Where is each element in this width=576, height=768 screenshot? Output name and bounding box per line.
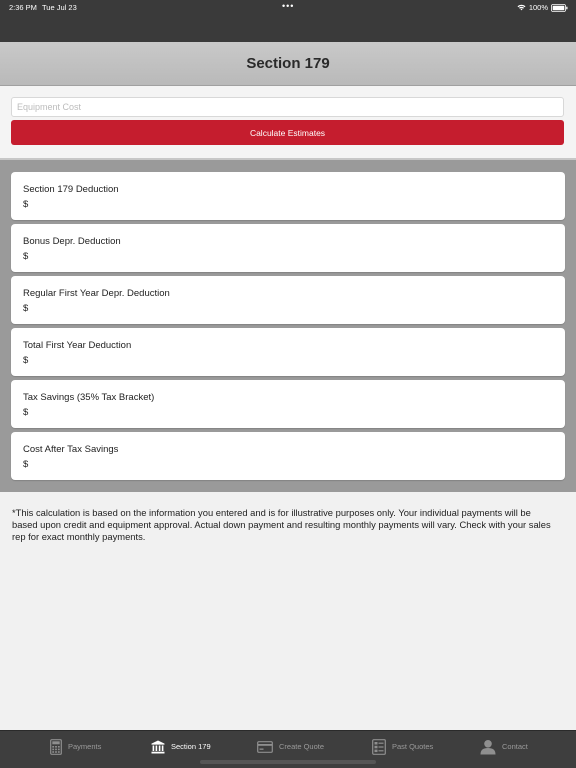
result-label: Total First Year Deduction	[23, 340, 132, 351]
result-label: Section 179 Deduction	[23, 184, 119, 195]
tab-label: Payments	[68, 742, 102, 751]
result-label: Regular First Year Depr. Deduction	[23, 288, 170, 299]
result-card-tax-savings: Tax Savings (35% Tax Bracket) $	[11, 380, 565, 428]
result-value: $	[23, 355, 29, 366]
battery-percent: 100%	[528, 3, 548, 12]
result-value: $	[23, 251, 29, 262]
result-value: $	[23, 459, 29, 470]
status-bar: 2:36 PM Tue Jul 23 ••• 100%	[0, 0, 576, 42]
result-card-regular-first-year-depr: Regular First Year Depr. Deduction $	[11, 276, 565, 324]
tab-label: Contact	[502, 742, 528, 751]
status-time: 2:36 PM	[9, 3, 37, 12]
disclaimer-text: *This calculation is based on the inform…	[12, 507, 551, 542]
calculator-form: Calculate Estimates	[0, 86, 576, 158]
tab-section-179[interactable]: Section 179	[151, 731, 211, 762]
bank-icon	[151, 740, 165, 754]
result-label: Tax Savings (35% Tax Bracket)	[23, 392, 155, 403]
result-label: Cost After Tax Savings	[23, 444, 119, 455]
tab-label: Past Quotes	[392, 742, 434, 751]
tab-create-quote[interactable]: Create Quote	[257, 731, 324, 762]
tab-contact[interactable]: Contact	[480, 731, 528, 762]
tab-payments[interactable]: Payments	[50, 731, 101, 762]
tab-label: Section 179	[171, 742, 211, 751]
result-card-bonus-depr-deduction: Bonus Depr. Deduction $	[11, 224, 565, 272]
equipment-cost-input[interactable]	[11, 97, 564, 117]
result-label: Bonus Depr. Deduction	[23, 236, 121, 247]
credit-card-icon	[257, 740, 273, 753]
results-panel: Section 179 Deduction $ Bonus Depr. Dedu…	[0, 158, 576, 492]
result-value: $	[23, 303, 29, 314]
calculator-icon	[50, 738, 62, 755]
wifi-icon	[517, 4, 526, 11]
result-value: $	[23, 199, 29, 210]
home-indicator[interactable]	[200, 760, 376, 764]
tab-past-quotes[interactable]: Past Quotes	[372, 731, 433, 762]
list-document-icon	[372, 738, 386, 755]
calculate-estimates-button[interactable]: Calculate Estimates	[11, 120, 564, 145]
status-right: 100%	[517, 3, 568, 12]
battery-icon	[551, 3, 568, 12]
result-card-total-first-year-deduction: Total First Year Deduction $	[11, 328, 565, 376]
status-date: Tue Jul 23	[42, 3, 77, 12]
page-title: Section 179	[246, 55, 330, 72]
result-card-section-179-deduction: Section 179 Deduction $	[11, 172, 565, 220]
result-value: $	[23, 407, 29, 418]
multitasking-dots-icon[interactable]: •••	[282, 1, 294, 11]
nav-header: Section 179	[0, 42, 576, 86]
result-card-cost-after-tax-savings: Cost After Tax Savings $	[11, 432, 565, 480]
tab-label: Create Quote	[279, 742, 325, 751]
person-icon	[480, 739, 496, 755]
